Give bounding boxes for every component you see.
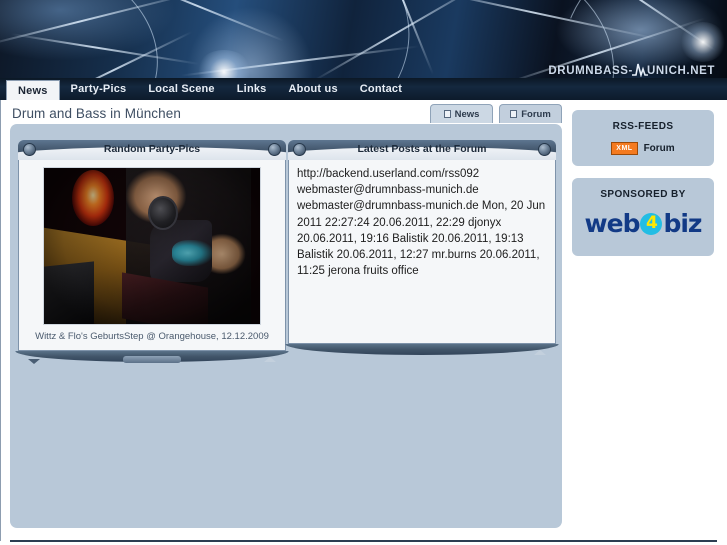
- page-title: Drum and Bass in München: [12, 105, 181, 121]
- panel-body: http://backend.userland.com/rss092 webma…: [288, 160, 556, 344]
- nav-item-links[interactable]: Links: [226, 78, 278, 100]
- random-party-pics-panel: Random Party-Pics Wittz & Flo's GeburtsS…: [15, 140, 289, 365]
- content-left-border: [0, 100, 1, 541]
- main-navigation: News Party-Pics Local Scene Links About …: [0, 78, 727, 100]
- nav-item-contact[interactable]: Contact: [349, 78, 413, 100]
- sponsor-heading: SPONSORED BY: [600, 189, 686, 200]
- nav-label: Party-Pics: [70, 83, 127, 95]
- latest-posts-panel: Latest Posts at the Forum http://backend…: [285, 140, 559, 358]
- prev-arrow-icon[interactable]: [28, 359, 40, 364]
- next-arrow-icon[interactable]: [264, 357, 276, 362]
- knob-decoration-right: [268, 143, 281, 156]
- logo-text-left: DRUMNBASS-: [548, 65, 633, 77]
- header-banner: DRUMNBASS- UNICH.NET: [0, 0, 727, 78]
- tab-news[interactable]: News: [430, 104, 493, 123]
- knob-decoration-right: [538, 143, 551, 156]
- footer-divider: [10, 540, 717, 542]
- web4biz-logo[interactable]: web 4 biz: [572, 200, 714, 238]
- knob-decoration-left: [23, 143, 36, 156]
- nav-label: Local Scene: [148, 83, 215, 95]
- nav-item-party-pics[interactable]: Party-Pics: [60, 78, 138, 100]
- nav-item-local-scene[interactable]: Local Scene: [137, 78, 225, 100]
- photo-vignette: [44, 168, 260, 324]
- nav-label: About us: [288, 83, 338, 95]
- rss-heading: RSS-FEEDS: [612, 121, 674, 132]
- sponsor-panel: SPONSORED BY web 4 biz: [572, 178, 714, 256]
- site-logo[interactable]: DRUMNBASS- UNICH.NET: [548, 62, 715, 78]
- rss-feeds-panel: RSS-FEEDS XML Forum: [572, 110, 714, 166]
- tab-forum[interactable]: Forum: [499, 104, 562, 123]
- rss-forum-link[interactable]: XML Forum: [572, 132, 714, 155]
- nav-item-about-us[interactable]: About us: [278, 78, 349, 100]
- footer-handle[interactable]: [123, 356, 181, 363]
- panel-title: Random Party-Pics: [103, 143, 201, 155]
- logo-text-right: UNICH.NET: [646, 65, 715, 77]
- rss-link-label: Forum: [643, 143, 675, 154]
- logo-four-badge: 4: [640, 212, 663, 235]
- scroll-up-arrow-icon[interactable]: [534, 350, 546, 355]
- nav-label: Contact: [359, 83, 403, 95]
- panel-title: Latest Posts at the Forum: [357, 143, 487, 155]
- logo-text-web: web: [584, 209, 641, 238]
- tab-label: News: [454, 108, 480, 120]
- photo-caption: Wittz & Flo's GeburtsStep @ Orangehouse,…: [35, 331, 269, 342]
- content-tabs: News Forum: [430, 104, 562, 123]
- panel-header: Random Party-Pics: [18, 140, 286, 160]
- knob-decoration-left: [293, 143, 306, 156]
- party-photo[interactable]: [43, 167, 261, 325]
- nav-label: News: [18, 84, 48, 97]
- nav-item-news[interactable]: News: [6, 80, 60, 100]
- panel-body: Wittz & Flo's GeburtsStep @ Orangehouse,…: [18, 160, 286, 351]
- logo-text-biz: biz: [663, 209, 702, 238]
- footer-bar: [285, 344, 559, 355]
- forum-scroll-area[interactable]: http://backend.userland.com/rss092 webma…: [291, 162, 553, 341]
- panel-header: Latest Posts at the Forum: [288, 140, 556, 160]
- nav-label: Links: [236, 83, 267, 95]
- waveform-icon: [631, 62, 648, 78]
- tab-label: Forum: [521, 108, 551, 120]
- panel-footer: [285, 344, 559, 358]
- page-icon: [510, 110, 518, 118]
- page-icon: [443, 110, 451, 118]
- forum-feed-text: http://backend.userland.com/rss092 webma…: [297, 168, 546, 278]
- xml-icon: XML: [611, 142, 638, 155]
- panel-footer: [15, 351, 289, 365]
